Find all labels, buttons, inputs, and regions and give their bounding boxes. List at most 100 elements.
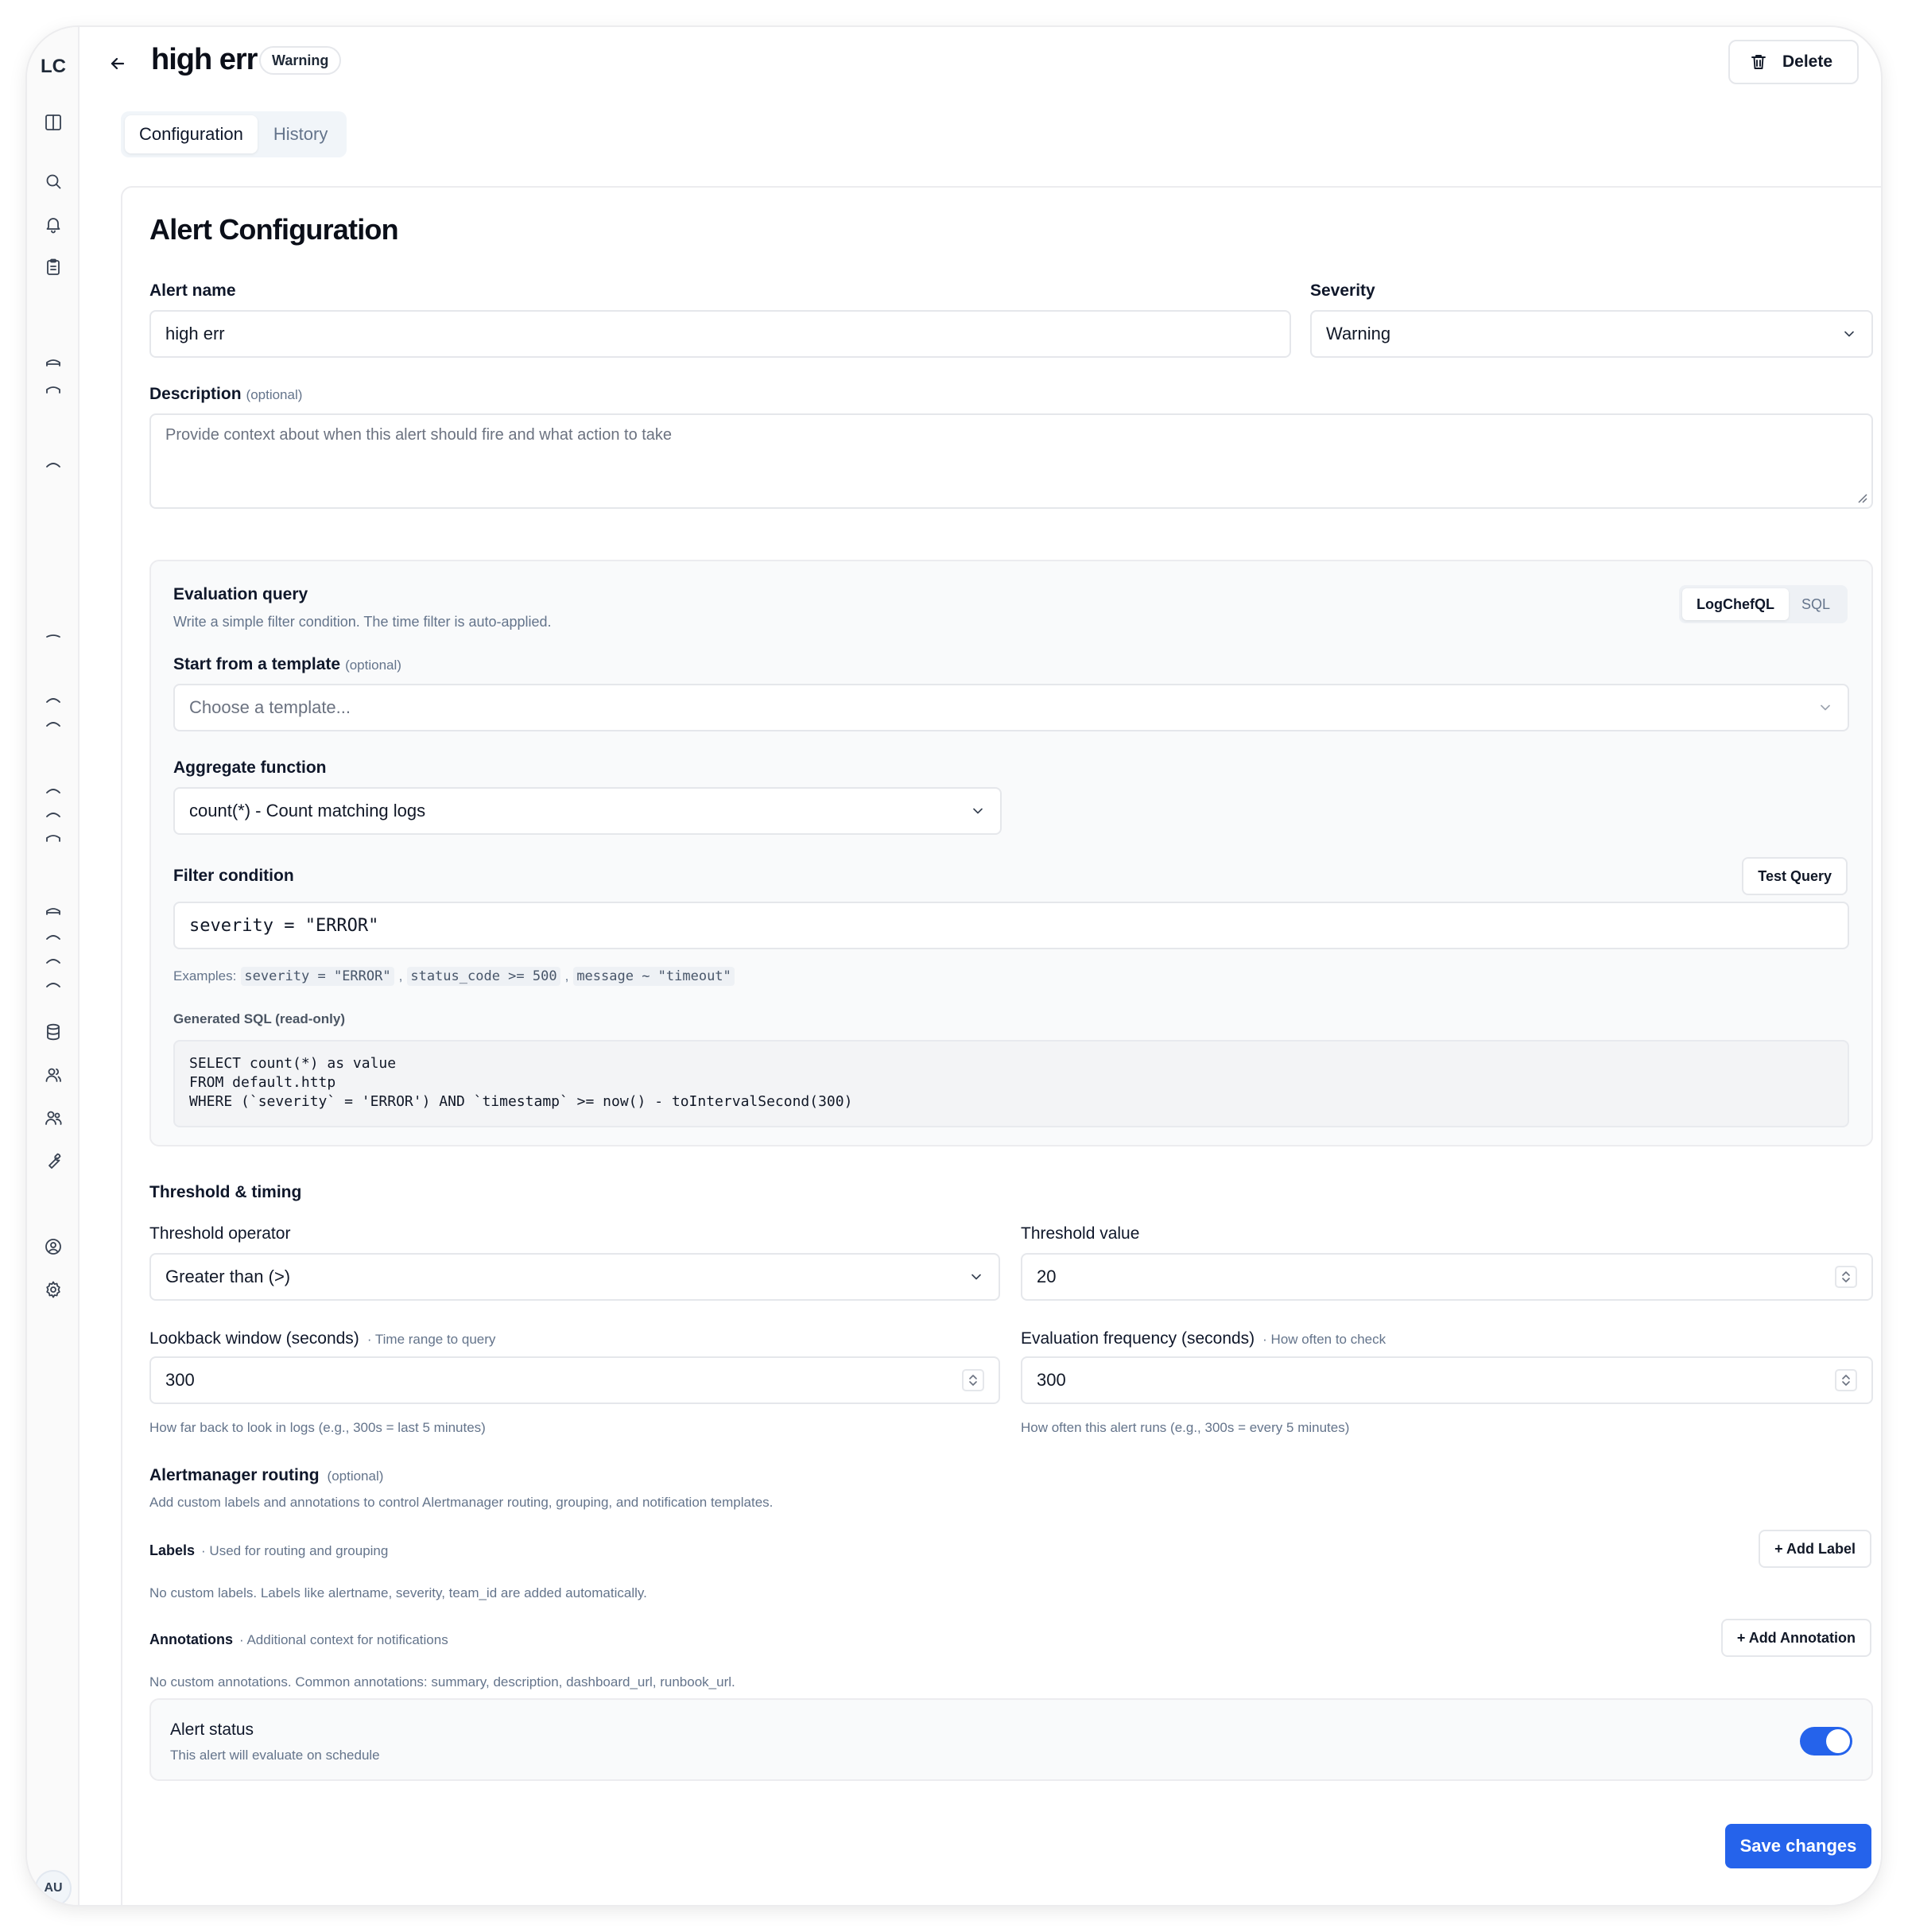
add-label-button[interactable]: + Add Label xyxy=(1759,1530,1871,1568)
user-circle-icon[interactable] xyxy=(44,1237,63,1256)
sql-line: FROM default.http xyxy=(189,1074,336,1091)
lookback-input[interactable]: 300 xyxy=(149,1356,1000,1404)
description-textarea[interactable]: Provide context about when this alert sh… xyxy=(149,413,1873,509)
threshold-operator-value: Greater than (>) xyxy=(165,1267,291,1286)
lookback-label-row: Lookback window (seconds) · Time range t… xyxy=(149,1329,495,1348)
labels-note: · Used for routing and grouping xyxy=(201,1543,389,1558)
lookback-note: · Time range to query xyxy=(366,1332,496,1347)
tab-list: Configuration History xyxy=(121,111,347,157)
labels-empty-text: No custom labels. Labels like alertname,… xyxy=(149,1585,647,1600)
severity-value: Warning xyxy=(1326,324,1391,343)
labels-row: Labels · Used for routing and grouping xyxy=(149,1542,388,1559)
avatar[interactable]: AU xyxy=(35,1870,72,1905)
search-icon[interactable] xyxy=(44,172,63,191)
team-icon[interactable] xyxy=(44,1108,63,1127)
threshold-value-input[interactable]: 20 xyxy=(1021,1253,1873,1301)
delete-label: Delete xyxy=(1782,52,1833,71)
threshold-value: 20 xyxy=(1037,1267,1057,1286)
alert-status-panel: Alert status This alert will evaluate on… xyxy=(149,1698,1873,1781)
frequency-label-row: Evaluation frequency (seconds) · How oft… xyxy=(1021,1329,1386,1348)
collapsed-item-icon[interactable] xyxy=(45,719,62,728)
test-query-button[interactable]: Test Query xyxy=(1742,857,1848,895)
panel-toggle-icon[interactable] xyxy=(44,113,63,132)
alert-config-card: Alert Configuration Alert name high err … xyxy=(121,186,1881,1905)
main-content: high err Warning Delete Configuration Hi… xyxy=(80,27,1881,1905)
query-mode-toggle: LogChefQL SQL xyxy=(1679,585,1848,623)
alert-status-title: Alert status xyxy=(170,1721,254,1739)
annotations-row: Annotations · Additional context for not… xyxy=(149,1631,448,1648)
evaluation-title: Evaluation query xyxy=(173,585,308,603)
alert-status-subtitle: This alert will evaluate on schedule xyxy=(170,1748,380,1763)
sql-line: WHERE (`severity` = 'ERROR') AND `timest… xyxy=(189,1093,853,1110)
chevron-down-icon xyxy=(1841,326,1857,342)
example-chip[interactable]: message ~ "timeout" xyxy=(573,967,735,986)
frequency-label: Evaluation frequency (seconds) xyxy=(1021,1329,1255,1348)
filter-examples: Examples: severity = "ERROR" , status_co… xyxy=(173,967,735,986)
routing-heading: Alertmanager routing (optional) xyxy=(149,1466,384,1484)
annotations-empty-text: No custom annotations. Common annotation… xyxy=(149,1674,735,1690)
wrench-icon[interactable] xyxy=(44,1151,63,1170)
gear-icon[interactable] xyxy=(44,1280,63,1299)
collapsed-source-icon[interactable] xyxy=(45,358,62,367)
chevron-down-icon xyxy=(968,1269,984,1285)
frequency-hint: How often this alert runs (e.g., 300s = … xyxy=(1021,1420,1350,1435)
collapsed-item-icon[interactable] xyxy=(45,809,62,819)
lookback-hint: How far back to look in logs (e.g., 300s… xyxy=(149,1420,486,1435)
database-icon[interactable] xyxy=(44,1022,63,1042)
example-chip[interactable]: status_code >= 500 xyxy=(407,967,560,986)
collapsed-item-icon[interactable] xyxy=(45,956,62,965)
aggregate-select[interactable]: count(*) - Count matching logs xyxy=(173,787,1002,835)
lookback-label: Lookback window (seconds) xyxy=(149,1329,359,1348)
collapsed-item-icon[interactable] xyxy=(45,695,62,704)
collapsed-item-icon[interactable] xyxy=(45,786,62,795)
template-label: Start from a template (optional) xyxy=(173,655,401,673)
labels-label: Labels xyxy=(149,1542,196,1558)
frequency-value: 300 xyxy=(1037,1370,1066,1390)
collapsed-item-icon[interactable] xyxy=(45,932,62,941)
example-chip[interactable]: severity = "ERROR" xyxy=(241,967,394,986)
threshold-operator-select[interactable]: Greater than (>) xyxy=(149,1253,1000,1301)
section-heading: Alert Configuration xyxy=(149,213,399,246)
collapsed-source-icon[interactable] xyxy=(45,385,62,394)
sidebar: LC AU xyxy=(27,27,80,1905)
alert-name-input[interactable]: high err xyxy=(149,310,1291,358)
bell-icon[interactable] xyxy=(44,215,63,234)
collapsed-source-icon[interactable] xyxy=(45,906,62,916)
chevron-down-icon xyxy=(970,803,986,819)
number-stepper-icon[interactable] xyxy=(962,1369,984,1391)
mode-sql[interactable]: SQL xyxy=(1790,588,1841,620)
filter-input[interactable]: severity = "ERROR" xyxy=(173,902,1849,949)
collapsed-item-icon[interactable] xyxy=(45,980,62,989)
clipboard-icon[interactable] xyxy=(44,258,63,277)
description-placeholder: Provide context about when this alert sh… xyxy=(165,426,673,444)
mode-logchefql[interactable]: LogChefQL xyxy=(1682,588,1789,620)
alert-status-toggle[interactable] xyxy=(1800,1727,1852,1755)
resize-handle-icon[interactable] xyxy=(1856,491,1868,504)
frequency-note: · How often to check xyxy=(1262,1332,1386,1347)
tab-configuration[interactable]: Configuration xyxy=(125,115,258,153)
arrow-left-icon xyxy=(111,57,125,70)
number-stepper-icon[interactable] xyxy=(1835,1266,1857,1288)
number-stepper-icon[interactable] xyxy=(1835,1369,1857,1391)
page-title: high err xyxy=(151,43,258,76)
tab-history[interactable]: History xyxy=(259,115,342,153)
chevron-down-icon xyxy=(1817,700,1833,716)
collapsed-item-icon[interactable] xyxy=(45,460,62,469)
frequency-input[interactable]: 300 xyxy=(1021,1356,1873,1404)
threshold-heading: Threshold & timing xyxy=(149,1183,302,1201)
threshold-value-label: Threshold value xyxy=(1021,1224,1140,1243)
collapsed-item-icon[interactable] xyxy=(45,833,62,843)
description-label: Description (optional) xyxy=(149,385,303,403)
delete-button[interactable]: Delete xyxy=(1728,40,1859,84)
save-changes-button[interactable]: Save changes xyxy=(1725,1824,1871,1868)
lookback-value: 300 xyxy=(165,1370,195,1390)
users-icon[interactable] xyxy=(44,1065,63,1084)
severity-select[interactable]: Warning xyxy=(1310,310,1873,358)
app-logo[interactable]: LC xyxy=(27,56,80,78)
collapsed-item-icon[interactable] xyxy=(45,631,62,641)
add-annotation-button[interactable]: + Add Annotation xyxy=(1720,1619,1871,1657)
template-select[interactable]: Choose a template... xyxy=(173,684,1849,731)
generated-sql-block: SELECT count(*) as value FROM default.ht… xyxy=(173,1040,1849,1127)
back-button[interactable] xyxy=(103,49,132,78)
routing-subtitle: Add custom labels and annotations to con… xyxy=(149,1495,774,1510)
